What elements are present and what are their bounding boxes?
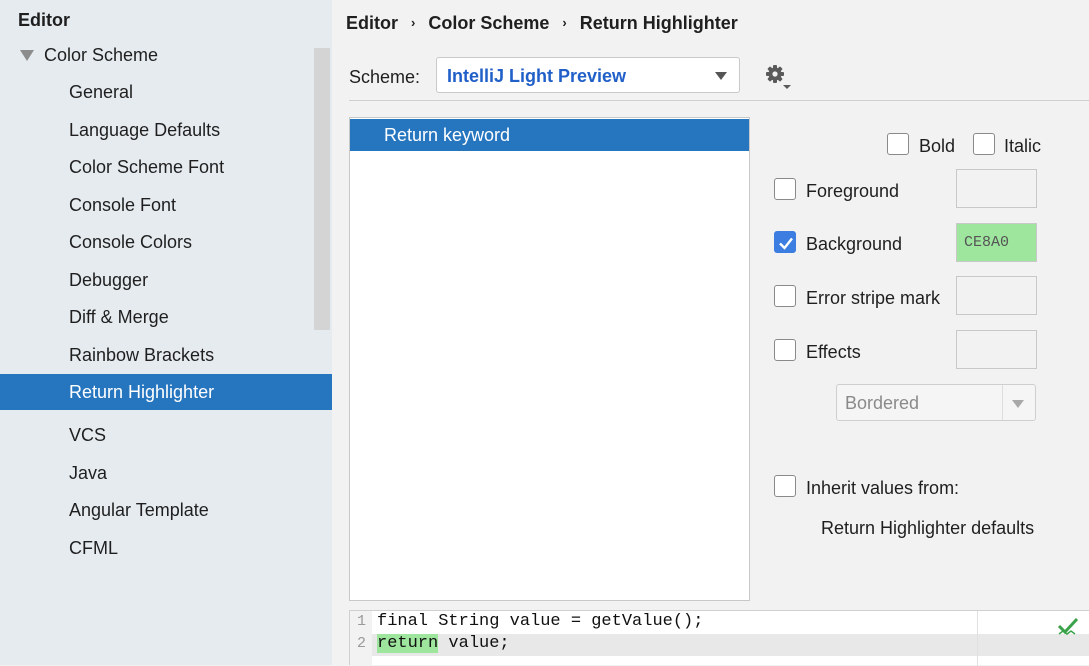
inherit-label: Inherit values from: (806, 478, 960, 498)
sidebar-item-vcs[interactable]: VCS (0, 417, 332, 453)
bold-checkbox[interactable] (887, 133, 909, 155)
sidebar-item-label: Angular Template (69, 500, 209, 520)
breadcrumb-item[interactable]: Editor (346, 10, 398, 36)
attributes-list[interactable]: Return keyword (349, 117, 750, 601)
sidebar-item-label: Debugger (69, 270, 149, 290)
code-line: return value; (377, 634, 510, 653)
settings-sidebar: Editor Color Scheme General Language Def… (0, 0, 332, 665)
breadcrumb: Editor › Color Scheme › Return Highlighter (346, 10, 738, 36)
sidebar-group-color-scheme[interactable]: Color Scheme (0, 37, 332, 73)
effects-checkbox[interactable] (774, 339, 796, 361)
code-preview-editor[interactable]: 1 2 final String value = getValue(); ret… (349, 610, 1089, 666)
sidebar-item-label: Java (69, 463, 108, 483)
effects-type-value: Bordered (845, 393, 920, 413)
list-item-label: Return keyword (384, 125, 511, 145)
sidebar-heading-label: Editor (18, 10, 70, 30)
effects-color-swatch[interactable] (956, 330, 1037, 369)
sidebar-item-cfml[interactable]: CFML (0, 530, 332, 566)
sidebar-item-java[interactable]: Java (0, 455, 332, 491)
checkmark-icon (779, 237, 793, 250)
error-stripe-label: Error stripe mark (806, 288, 941, 308)
line-number: 2 (357, 635, 367, 652)
sidebar-item-label: Language Defaults (69, 120, 221, 140)
sidebar-item-color-scheme-font[interactable]: Color Scheme Font (0, 149, 332, 185)
sidebar-item-label: Return Highlighter (69, 382, 215, 402)
bold-label: Bold (919, 136, 956, 156)
divider (349, 100, 1089, 101)
sidebar-item-debugger[interactable]: Debugger (0, 262, 332, 298)
inspection-ok-icon[interactable] (1057, 615, 1079, 637)
sidebar-item-label: General (69, 82, 134, 102)
sidebar-item-label: Diff & Merge (69, 307, 169, 327)
foreground-color-swatch[interactable] (956, 169, 1037, 208)
code-line: final String value = getValue(); (377, 612, 704, 631)
sidebar-item-label: VCS (69, 425, 107, 445)
inherit-source-link[interactable]: Return Highlighter defaults (821, 516, 1034, 540)
scheme-label: Scheme: (349, 67, 421, 87)
sidebar-item-return-highlighter[interactable]: Return Highlighter (0, 374, 332, 410)
divider (1002, 385, 1003, 420)
gear-icon[interactable] (764, 63, 792, 91)
italic-checkbox[interactable] (973, 133, 995, 155)
chevron-right-icon: › (411, 15, 416, 30)
sidebar-scrollbar[interactable] (314, 48, 330, 330)
scheme-value: IntelliJ Light Preview (447, 66, 627, 86)
inherit-checkbox[interactable] (774, 475, 796, 497)
error-stripe-checkbox[interactable] (774, 285, 796, 307)
sidebar-item-console-colors[interactable]: Console Colors (0, 224, 332, 260)
sidebar-item-label: Rainbow Brackets (69, 345, 215, 365)
sidebar-group-label: Color Scheme (44, 45, 159, 65)
sidebar-item-label: Console Colors (69, 232, 193, 252)
foreground-checkbox[interactable] (774, 178, 796, 200)
italic-label: Italic (1004, 136, 1042, 156)
chevron-down-icon (715, 72, 727, 80)
sidebar-item-diff-merge[interactable]: Diff & Merge (0, 299, 332, 335)
sidebar-item-general[interactable]: General (0, 74, 332, 110)
breadcrumb-item: Return Highlighter (579, 13, 738, 33)
background-checkbox[interactable] (774, 231, 796, 253)
effects-type-dropdown[interactable]: Bordered (836, 384, 1036, 421)
sidebar-item-label: CFML (69, 538, 118, 558)
settings-main-panel: Editor › Color Scheme › Return Highlighter S… (332, 0, 1089, 666)
chevron-down-icon (1012, 400, 1024, 408)
expand-triangle-icon[interactable] (20, 50, 34, 61)
code-text: value; (438, 634, 510, 653)
error-stripe-color-swatch[interactable] (956, 276, 1037, 315)
sidebar-item-language-defaults[interactable]: Language Defaults (0, 112, 332, 148)
sidebar-item-rainbow-brackets[interactable]: Rainbow Brackets (0, 337, 332, 373)
scheme-dropdown[interactable]: IntelliJ Light Preview (436, 57, 740, 93)
list-item-return-keyword[interactable]: Return keyword (350, 119, 749, 151)
background-label: Background (806, 234, 903, 254)
foreground-label: Foreground (806, 181, 900, 201)
sidebar-item-label: Console Font (69, 195, 177, 215)
sidebar-item-label: Color Scheme Font (69, 157, 225, 177)
breadcrumb-item[interactable]: Color Scheme (428, 10, 549, 36)
background-color-swatch[interactable]: CE8A0 (956, 223, 1037, 262)
return-keyword-highlight: return (377, 634, 439, 653)
effects-label: Effects (806, 342, 861, 362)
right-margin-guide (977, 611, 978, 666)
sidebar-item-angular-template[interactable]: Angular Template (0, 492, 332, 528)
sidebar-item-console-font[interactable]: Console Font (0, 187, 332, 223)
line-number: 1 (357, 613, 367, 630)
sidebar-heading-editor[interactable]: Editor (0, 2, 332, 38)
chevron-right-icon: › (562, 15, 567, 30)
